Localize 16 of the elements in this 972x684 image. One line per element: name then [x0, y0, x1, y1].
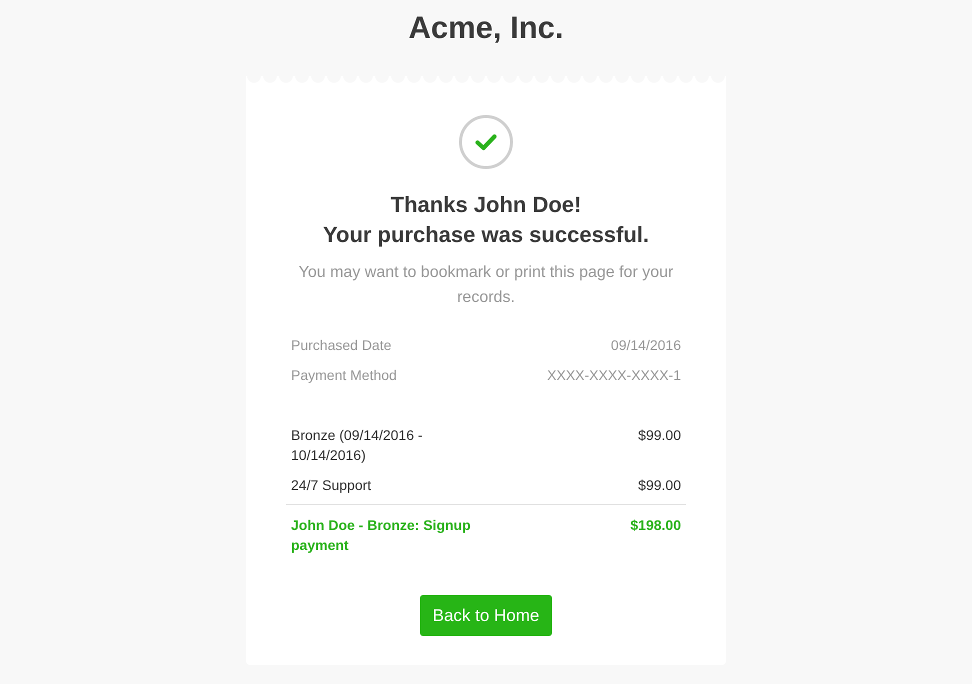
total-amount: $198.00 [630, 516, 681, 535]
heading-text: Thanks John Doe! [390, 191, 582, 219]
detail-value: 09/14/2016 [610, 336, 681, 355]
back-home-button[interactable]: Back to Home [420, 595, 552, 636]
detail-label: Purchased Date [291, 336, 392, 355]
note-text: You may want to bookmark or print this page for your records. [298, 263, 674, 308]
detail-label: Payment Method [291, 366, 397, 385]
page-title: Acme, Inc. [408, 10, 564, 46]
subheading-text: Your purchase was successful. [322, 221, 650, 249]
item-description: 24/7 Support [291, 476, 372, 495]
item-amount: $99.00 [638, 426, 681, 445]
check-circle-icon [459, 115, 513, 169]
item-amount: $99.00 [638, 476, 681, 495]
detail-value: XXXX-XXXX-XXXX-1 [547, 366, 681, 385]
item-description: Bronze (09/14/2016 - 10/14/2016) [291, 426, 424, 465]
total-description: John Doe - Bronze: Signup payment [291, 516, 472, 555]
